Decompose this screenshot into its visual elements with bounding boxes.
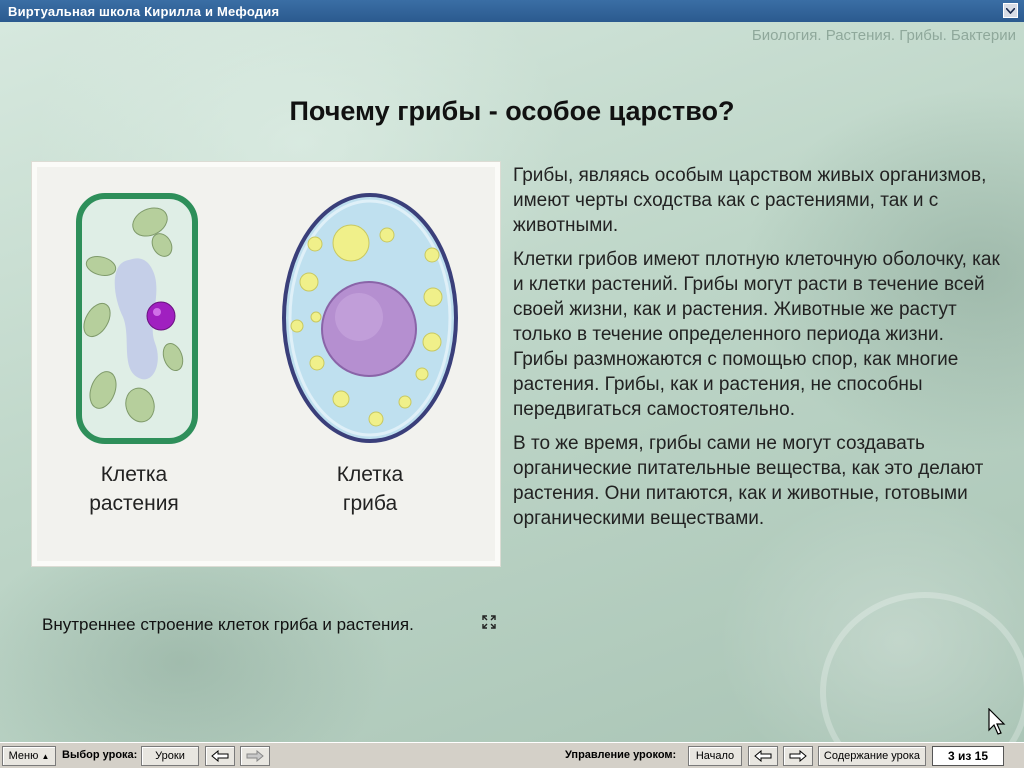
window-title-bar: Виртуальная школа Кирилла и Мефодия [0, 0, 1024, 22]
triangle-up-icon: ▲ [41, 752, 50, 761]
arrow-right-icon [789, 750, 807, 762]
previous-page-button[interactable] [748, 746, 778, 766]
breadcrumb: Биология. Растения. Грибы. Бактерии [751, 27, 1016, 44]
plant-cell [76, 193, 198, 444]
lesson-control-label: Управление уроком: [565, 749, 677, 761]
mouse-pointer-icon [988, 707, 1006, 741]
start-button[interactable]: Начало [688, 746, 742, 766]
arrow-left-icon [754, 750, 772, 762]
paragraph: Грибы, являясь особым царством живых орг… [513, 165, 987, 236]
lesson-content: Биология. Растения. Грибы. Бактерии Поче… [0, 22, 1024, 768]
fungus-cell-label: Клетка гриба [290, 460, 450, 518]
figure-caption: Внутреннее строение клеток гриба и расте… [42, 615, 414, 634]
arrow-left-icon [211, 750, 229, 762]
fungus-cell [282, 193, 458, 443]
page-title: Почему грибы - особое царство? [289, 96, 735, 126]
fungus-cell-label-line1: Клетка [336, 463, 404, 486]
lessons-button[interactable]: Уроки [141, 746, 199, 766]
paragraph: Клетки грибов имеют плотную клеточную об… [513, 249, 1000, 420]
next-page-button[interactable] [783, 746, 813, 766]
plant-cell-label: Клетка растения [54, 460, 214, 518]
plant-cell-label-line1: Клетка [100, 463, 168, 486]
lesson-contents-button[interactable]: Содержание урока [818, 746, 926, 766]
paragraph: В то же время, грибы сами не могут созда… [513, 433, 984, 529]
menu-button[interactable]: Меню ▲ [2, 746, 56, 766]
lesson-toolbar: Меню ▲ Выбор урока: Уроки Управление уро… [0, 742, 1024, 768]
arrow-right-icon [246, 750, 264, 762]
plant-cell-label-line2: растения [89, 492, 179, 515]
fungus-cell-label-line2: гриба [342, 492, 398, 515]
page-counter: 3 из 15 [932, 746, 1004, 766]
cell-comparison-figure: Клетка растения Клетка гриба [32, 162, 500, 566]
chevron-down-icon[interactable] [1003, 3, 1018, 18]
lesson-text: Грибы, являясь особым царством живых орг… [513, 163, 1003, 540]
expand-icon[interactable] [482, 615, 496, 629]
previous-lesson-button[interactable] [205, 746, 235, 766]
lesson-select-label: Выбор урока: [62, 749, 138, 761]
window-title: Виртуальная школа Кирилла и Мефодия [8, 4, 280, 19]
menu-button-label: Меню [8, 750, 39, 762]
next-lesson-button[interactable] [240, 746, 270, 766]
